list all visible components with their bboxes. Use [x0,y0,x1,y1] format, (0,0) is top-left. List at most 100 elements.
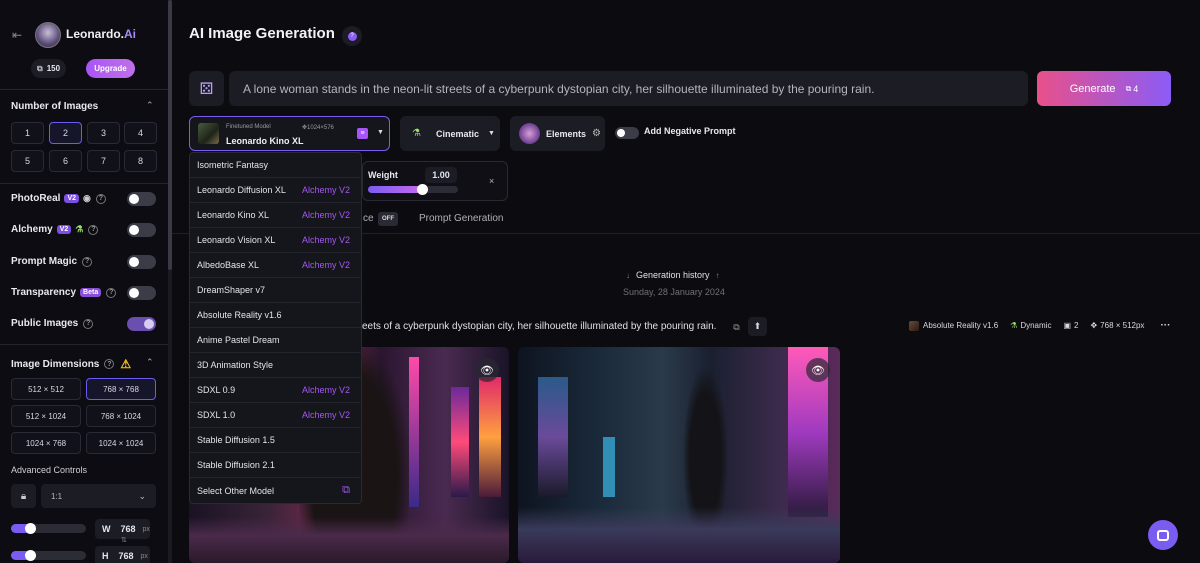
transparency-toggle[interactable] [127,286,156,300]
random-prompt-dice-icon[interactable]: ⚄ [189,71,224,106]
wet-street [189,517,509,563]
dim-label: 512 × 1024 [25,411,67,421]
num-images-2[interactable]: 2 [49,122,82,144]
width-slider-thumb[interactable] [25,523,36,534]
width-field-value: 768 [120,524,136,534]
chevron-up-icon[interactable]: ⌃ [146,357,154,368]
chevron-up-icon[interactable]: ⌃ [146,100,154,111]
num-label: 4 [137,128,143,138]
help-icon[interactable]: ? [106,287,117,298]
prompt-magic-toggle[interactable] [127,255,156,269]
help-icon[interactable]: ? [82,256,93,267]
num-images-8[interactable]: 8 [124,150,157,172]
collapse-sidebar-icon[interactable]: ⇤ [12,28,22,42]
negative-prompt-toggle[interactable] [615,127,639,139]
prompt-input[interactable]: A lone woman stands in the neon-lit stre… [229,71,1028,106]
generate-button[interactable]: Generate ⧉ 4 [1037,71,1171,106]
toggle-knob [144,319,154,329]
model-selector[interactable]: Finetuned Model ✥1024×576 Leonardo Kino … [189,116,390,151]
help-icon[interactable]: ? [83,318,94,329]
generate-cost: 4 [1133,83,1139,94]
dropdown-item[interactable]: DreamShaper v7 [190,278,362,303]
help-icon[interactable]: ? [104,359,115,369]
dropdown-item[interactable]: AlbedoBase XL Alchemy V2 [190,253,362,278]
help-icon[interactable]: ? [95,193,106,204]
generation-history-header: ↓ Generation history ↑ [626,270,720,280]
caret-down-icon[interactable]: ▼ [377,129,384,136]
divider [0,344,168,345]
lock-icon[interactable]: 🔒︎ [11,484,36,508]
model-thumbnail [909,320,919,331]
photoreal-toggle[interactable] [127,192,156,206]
dropdown-item[interactable]: SDXL 1.0 Alchemy V2 [190,403,362,428]
dim-512x1024[interactable]: 512 × 1024 [11,405,81,427]
upgrade-button[interactable]: Upgrade [86,59,135,78]
dim-512x512[interactable]: 512 × 512 [11,378,81,400]
model-settings-icon[interactable]: ≡ [357,128,368,139]
alchemy-toggle[interactable] [127,223,156,237]
dim-768x1024[interactable]: 768 × 1024 [86,405,156,427]
weight-value-field[interactable]: 1.00 [425,167,457,183]
height-field-label: H [102,551,109,561]
generation-date: Sunday, 28 January 2024 [623,287,725,297]
scrollbar-thumb[interactable] [168,0,172,270]
more-options-icon[interactable]: ··· [1160,320,1170,331]
chat-support-button[interactable] [1148,520,1178,550]
num-images-5[interactable]: 5 [11,150,44,172]
tab-image-guidance-partial[interactable]: ce [363,213,374,224]
dim-1024x1024[interactable]: 1024 × 1024 [86,432,156,454]
elements-label: Elements [546,128,587,139]
select-other-model[interactable]: Select Other Model ⧉ [190,478,362,503]
dim-768x768[interactable]: 768 × 768 [86,378,156,400]
public-images-toggle[interactable] [127,317,156,331]
height-slider-thumb[interactable] [25,550,36,561]
dropdown-item[interactable]: Stable Diffusion 1.5 [190,428,362,453]
weight-slider[interactable] [368,184,458,195]
height-field[interactable]: H 768 px [95,546,150,563]
dropdown-item[interactable]: SDXL 0.9 Alchemy V2 [190,378,362,403]
dropdown-item-tag: Alchemy V2 [301,385,350,395]
width-field-unit: px [142,525,150,533]
copy-icon[interactable]: ⧉ [729,320,744,334]
tab-prompt-generation[interactable]: Prompt Generation [419,213,504,224]
toggle-knob [129,288,139,298]
help-icon[interactable]: ? [88,224,99,235]
reuse-prompt-icon[interactable]: ⬆ [748,317,767,336]
dropdown-item[interactable]: Isometric Fantasy [190,153,362,178]
generated-image-2[interactable]: 👁︎ [518,347,840,563]
generation-history-title: Generation history [636,270,710,280]
model-dropdown: Isometric Fantasy Leonardo Diffusion XL A… [189,152,362,504]
style-selector[interactable]: ⚗ Cinematic ▼ [400,116,500,151]
width-slider[interactable] [11,523,86,534]
sidebar-scrollbar[interactable] [168,0,172,563]
dim-1024x768[interactable]: 1024 × 768 [11,432,81,454]
num-images-4[interactable]: 4 [124,122,157,144]
dropdown-item[interactable]: 3D Animation Style [190,353,362,378]
dropdown-item[interactable]: Leonardo Kino XL Alchemy V2 [190,203,362,228]
dropdown-item[interactable]: Leonardo Diffusion XL Alchemy V2 [190,178,362,203]
num-images-6[interactable]: 6 [49,150,82,172]
dropdown-item-name: AlbedoBase XL [197,260,260,270]
dropdown-item-tag: Alchemy V2 [301,185,350,195]
dropdown-item[interactable]: Absolute Reality v1.6 [190,303,362,328]
eye-icon[interactable]: 👁︎ [475,358,499,382]
dropdown-item[interactable]: Stable Diffusion 2.1 [190,453,362,478]
brand-name: Leonardo.Ai [66,27,136,41]
sidebar: ⇤ Leonardo.Ai ⧉ 150 Upgrade Number of Im… [0,0,168,563]
link-dimensions-icon[interactable]: ⇅ [121,536,127,544]
num-images-1[interactable]: 1 [11,122,44,144]
elements-button[interactable]: Elements ⚙ [510,116,605,151]
close-icon[interactable]: × [489,176,494,186]
dropdown-item[interactable]: Leonardo Vision XL Alchemy V2 [190,228,362,253]
info-button[interactable]: ? [342,26,362,46]
dropdown-item[interactable]: Anime Pastel Dream [190,328,362,353]
weight-slider-thumb[interactable] [417,184,428,195]
height-slider[interactable] [11,550,86,561]
eye-icon[interactable]: 👁︎ [806,358,830,382]
image-dimensions-row: Image Dimensions ? ⚠ [11,357,131,371]
aspect-ratio-select[interactable]: 1:1 ⌄ [41,484,156,508]
num-images-3[interactable]: 3 [87,122,120,144]
dropdown-item-tag: Alchemy V2 [301,210,350,220]
num-images-7[interactable]: 7 [87,150,120,172]
neon-sign [409,357,419,507]
